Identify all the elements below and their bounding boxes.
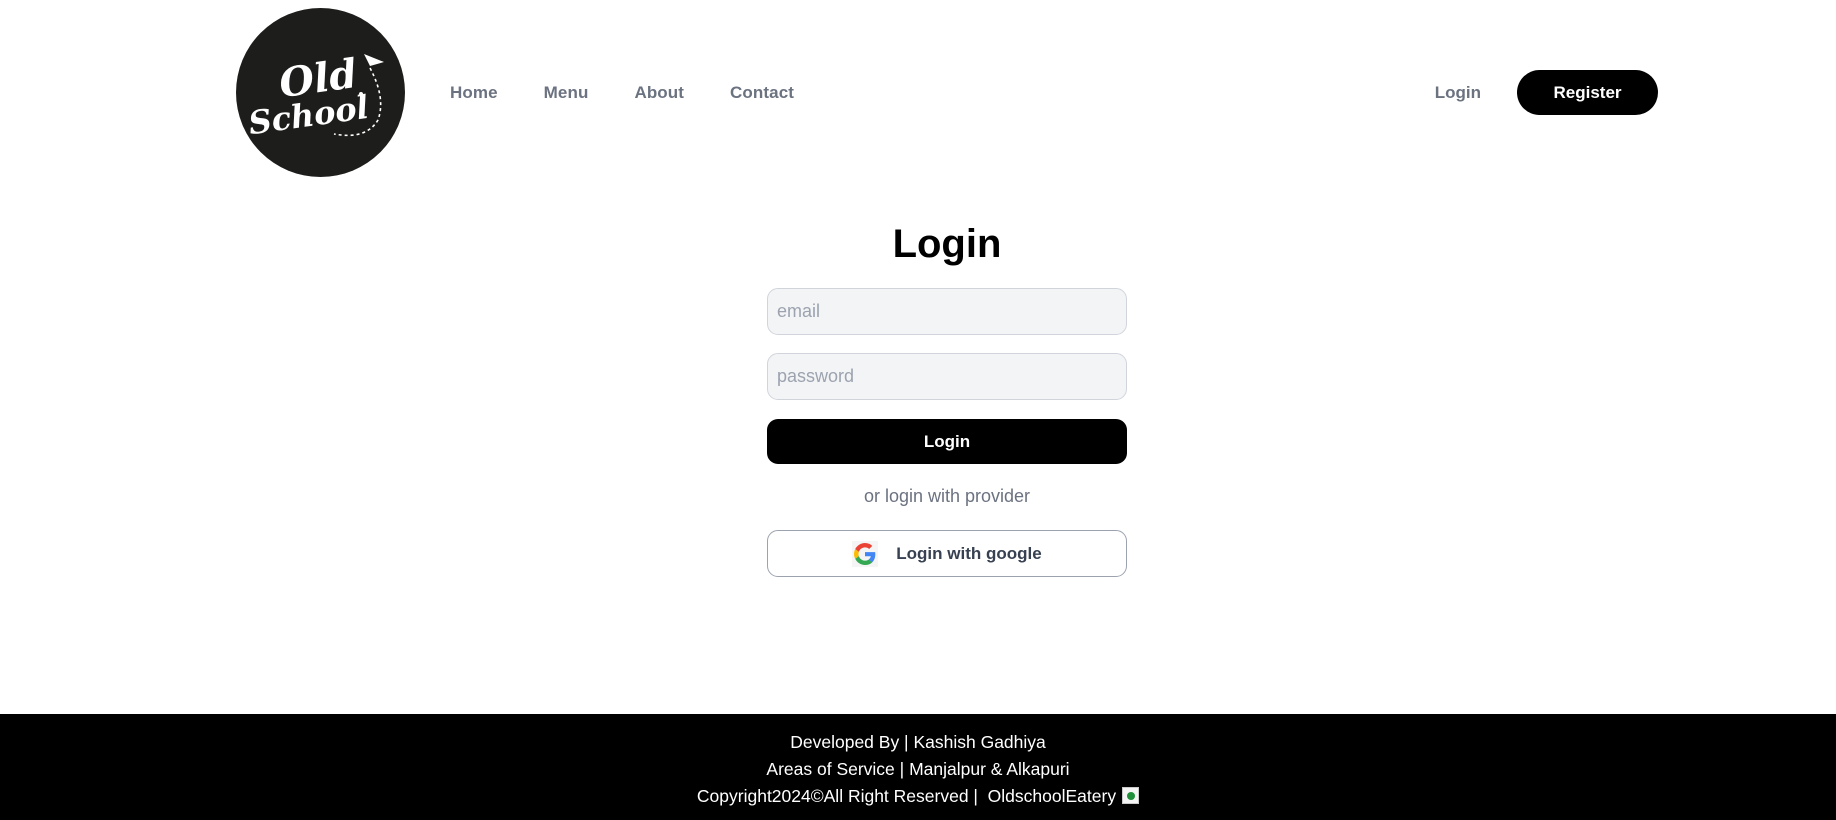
login-submit-button[interactable]: Login xyxy=(767,419,1127,464)
logo[interactable]: Old School xyxy=(236,8,405,177)
page-title: Login xyxy=(892,222,1002,266)
email-input[interactable] xyxy=(767,288,1127,335)
provider-divider-text: or login with provider xyxy=(863,486,1031,506)
auth-links: Login Register xyxy=(1435,70,1658,115)
nav-home[interactable]: Home xyxy=(450,83,498,103)
google-login-label: Login with google xyxy=(896,543,1042,563)
copyright-text: Copyright2024©All Right Reserved | Oldsc… xyxy=(696,786,1117,806)
footer-developer: Developed By | Kashish Gadhiya xyxy=(790,732,1046,752)
nav-contact[interactable]: Contact xyxy=(730,83,794,103)
veg-mark-icon xyxy=(1122,787,1140,804)
site-footer: Developed By | Kashish Gadhiya Areas of … xyxy=(0,714,1836,820)
nav-menu[interactable]: Menu xyxy=(544,83,589,103)
password-input[interactable] xyxy=(767,353,1127,400)
main-nav: Home Menu About Contact xyxy=(450,83,840,103)
login-form: Login Login or login with provider Login… xyxy=(767,220,1127,577)
old-school-logo-icon: Old School xyxy=(246,50,384,142)
nav-about[interactable]: About xyxy=(634,83,684,103)
google-login-button[interactable]: Login with google xyxy=(767,530,1127,577)
footer-copyright: Copyright2024©All Right Reserved | Oldsc… xyxy=(0,783,1836,810)
header-login-link[interactable]: Login xyxy=(1435,83,1481,103)
site-header: Old School Home Menu About Contact Login… xyxy=(236,8,1658,177)
footer-service-areas: Areas of Service | Manjalpur & Alkapuri xyxy=(766,759,1070,779)
register-button[interactable]: Register xyxy=(1517,70,1658,115)
svg-text:School: School xyxy=(246,88,371,142)
google-g-icon xyxy=(852,540,879,567)
